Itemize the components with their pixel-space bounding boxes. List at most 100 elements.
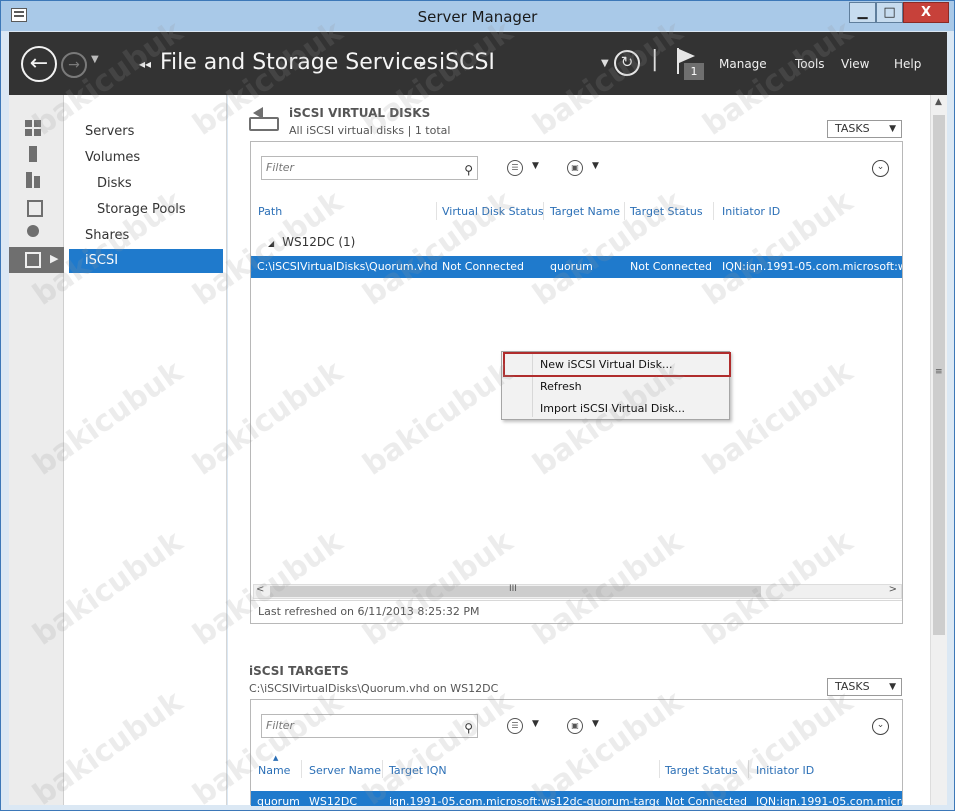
col-separator[interactable] bbox=[301, 760, 302, 778]
targets-filter-input[interactable]: Filter ⚲ bbox=[261, 714, 478, 738]
col-target-status[interactable]: Target Status bbox=[630, 205, 703, 218]
back-button[interactable]: ← bbox=[21, 46, 57, 82]
targets-subtitle: C:\iSCSIVirtualDisks\Quorum.vhd on WS12D… bbox=[249, 682, 499, 695]
col-initiator-id[interactable]: Initiator ID bbox=[756, 764, 814, 777]
col-separator[interactable] bbox=[659, 760, 660, 778]
subnav-item-shares[interactable]: Shares bbox=[85, 228, 129, 243]
col-separator[interactable] bbox=[624, 202, 625, 220]
menu-view[interactable]: View bbox=[841, 57, 869, 71]
forward-button[interactable]: → bbox=[61, 52, 87, 78]
collapse-panel-icon[interactable]: ⌄ bbox=[872, 160, 889, 177]
col-separator[interactable] bbox=[382, 760, 383, 778]
col-virtual-disk-status[interactable]: Virtual Disk Status bbox=[442, 205, 544, 218]
cell-target-status: Not Connected bbox=[630, 260, 713, 273]
vertical-scrollbar[interactable]: ▲ ≡ bbox=[930, 95, 947, 805]
scroll-up-icon[interactable]: ▲ bbox=[935, 97, 942, 107]
tasks-label: TASKS bbox=[835, 680, 870, 693]
menu-manage[interactable]: Manage bbox=[719, 57, 767, 71]
group-collapse-icon[interactable]: ◢ bbox=[268, 239, 274, 248]
virtual-disks-title: iSCSI VIRTUAL DISKS bbox=[289, 106, 431, 120]
subnav-item-storage-pools[interactable]: Storage Pools bbox=[97, 202, 186, 217]
cell-initiator-id: IQN:iqn.1991-05.com.micros bbox=[756, 795, 902, 806]
save-query-dropdown-icon[interactable]: ▼ bbox=[592, 161, 599, 171]
scroll-right-icon[interactable]: > bbox=[889, 584, 897, 595]
virtual-disks-filter-input[interactable]: Filter ⚲ bbox=[261, 156, 478, 180]
scroll-grip-icon: III bbox=[509, 584, 517, 594]
sort-ascending-icon: ▲ bbox=[273, 754, 279, 762]
filter-placeholder: Filter bbox=[266, 161, 295, 174]
subnav-panel: Servers Volumes Disks Storage Pools Shar… bbox=[64, 95, 227, 805]
nav-rail: ▶ bbox=[9, 95, 64, 805]
server-manager-window: Server Manager ▁ □ X ← → ▼ ◂◂ File and S… bbox=[0, 0, 955, 811]
minimize-button[interactable]: ▁ bbox=[849, 2, 876, 23]
breadcrumb-file-storage-services[interactable]: File and Storage Services bbox=[160, 50, 438, 75]
all-servers-icon[interactable] bbox=[25, 172, 41, 188]
col-target-iqn[interactable]: Target IQN bbox=[389, 764, 447, 777]
list-options-icon[interactable]: ☰ bbox=[507, 718, 523, 734]
breadcrumb-back-icon[interactable]: ◂◂ bbox=[139, 57, 151, 71]
subnav-item-disks[interactable]: Disks bbox=[97, 176, 132, 191]
targets-tasks-button[interactable]: TASKS ▼ bbox=[827, 678, 902, 696]
iis-icon[interactable] bbox=[25, 224, 41, 240]
table-row[interactable]: quorum WS12DC iqn.1991-05.com.microsoft:… bbox=[251, 791, 902, 806]
list-options-dropdown-icon[interactable]: ▼ bbox=[532, 161, 539, 171]
close-button[interactable]: X bbox=[903, 2, 949, 23]
col-target-name[interactable]: Target Name bbox=[550, 205, 620, 218]
list-options-icon[interactable]: ☰ bbox=[507, 160, 523, 176]
rail-item-file-storage-active[interactable]: ▶ bbox=[9, 247, 64, 273]
list-options-dropdown-icon[interactable]: ▼ bbox=[532, 719, 539, 729]
breadcrumb-dropdown-icon[interactable]: ▼ bbox=[601, 58, 609, 69]
col-initiator-id[interactable]: Initiator ID bbox=[722, 205, 780, 218]
collapse-panel-icon[interactable]: ⌄ bbox=[872, 718, 889, 735]
table-row[interactable]: C:\iSCSIVirtualDisks\Quorum.vhd Not Conn… bbox=[251, 256, 902, 278]
maximize-button[interactable]: □ bbox=[876, 2, 903, 23]
search-icon[interactable]: ⚲ bbox=[464, 717, 473, 739]
col-separator[interactable] bbox=[436, 202, 437, 220]
menu-item-import-iscsi-virtual-disk[interactable]: Import iSCSI Virtual Disk... bbox=[540, 402, 685, 415]
file-storage-services-icon[interactable] bbox=[25, 198, 43, 217]
expand-arrow-icon: ▶ bbox=[50, 252, 59, 265]
main-content: iSCSI VIRTUAL DISKS All iSCSI virtual di… bbox=[228, 95, 930, 806]
nav-history-dropdown-icon[interactable]: ▼ bbox=[91, 54, 99, 65]
menu-help[interactable]: Help bbox=[894, 57, 921, 71]
subnav-item-iscsi[interactable]: iSCSI bbox=[69, 249, 223, 273]
breadcrumb-iscsi[interactable]: iSCSI bbox=[439, 50, 495, 75]
save-query-dropdown-icon[interactable]: ▼ bbox=[592, 719, 599, 729]
col-target-status[interactable]: Target Status bbox=[665, 764, 738, 777]
title-bar: Server Manager ▁ □ X bbox=[1, 1, 954, 31]
col-server-name[interactable]: Server Name bbox=[309, 764, 381, 777]
menu-tools[interactable]: Tools bbox=[795, 57, 825, 71]
cell-server-name: WS12DC bbox=[309, 795, 358, 806]
col-separator[interactable] bbox=[748, 760, 749, 778]
cell-status: Not Connected bbox=[442, 260, 525, 273]
save-query-icon[interactable]: ▣ bbox=[567, 718, 583, 734]
subnav-item-servers[interactable]: Servers bbox=[85, 124, 134, 139]
col-separator[interactable] bbox=[543, 202, 544, 220]
targets-title: iSCSI TARGETS bbox=[249, 664, 349, 678]
refresh-icon[interactable]: ↻ bbox=[614, 50, 640, 76]
search-icon[interactable]: ⚲ bbox=[464, 159, 473, 181]
dashboard-icon[interactable] bbox=[25, 120, 41, 136]
cell-target-iqn: iqn.1991-05.com.microsoft:ws12dc-quorum-… bbox=[389, 795, 659, 806]
panel-divider bbox=[251, 600, 902, 601]
cell-path: C:\iSCSIVirtualDisks\Quorum.vhd bbox=[257, 260, 438, 273]
col-path[interactable]: Path bbox=[258, 205, 282, 218]
local-server-icon[interactable] bbox=[25, 146, 41, 162]
tasks-dropdown-icon: ▼ bbox=[889, 682, 896, 692]
cell-initiator-id: IQN:iqn.1991-05.com.microsoft:ws bbox=[722, 260, 902, 273]
group-header-ws12dc[interactable]: ◢ WS12DC (1) bbox=[268, 235, 355, 249]
tasks-label: TASKS bbox=[835, 122, 870, 135]
scroll-left-icon[interactable]: < bbox=[256, 584, 264, 595]
storage-rail-icon bbox=[25, 252, 41, 268]
menu-item-new-iscsi-virtual-disk[interactable]: New iSCSI Virtual Disk... bbox=[540, 358, 673, 371]
virtual-disks-tasks-button[interactable]: TASKS ▼ bbox=[827, 120, 902, 138]
window-title: Server Manager bbox=[417, 8, 538, 26]
horizontal-scrollbar[interactable]: < III > bbox=[253, 584, 902, 599]
col-separator[interactable] bbox=[713, 202, 714, 220]
subnav-item-volumes[interactable]: Volumes bbox=[85, 150, 140, 165]
virtual-disks-subtitle: All iSCSI virtual disks | 1 total bbox=[289, 124, 451, 137]
col-name[interactable]: Name bbox=[258, 764, 290, 777]
menu-item-refresh[interactable]: Refresh bbox=[540, 380, 582, 393]
save-query-icon[interactable]: ▣ bbox=[567, 160, 583, 176]
context-menu: New iSCSI Virtual Disk... Refresh Import… bbox=[501, 351, 731, 420]
